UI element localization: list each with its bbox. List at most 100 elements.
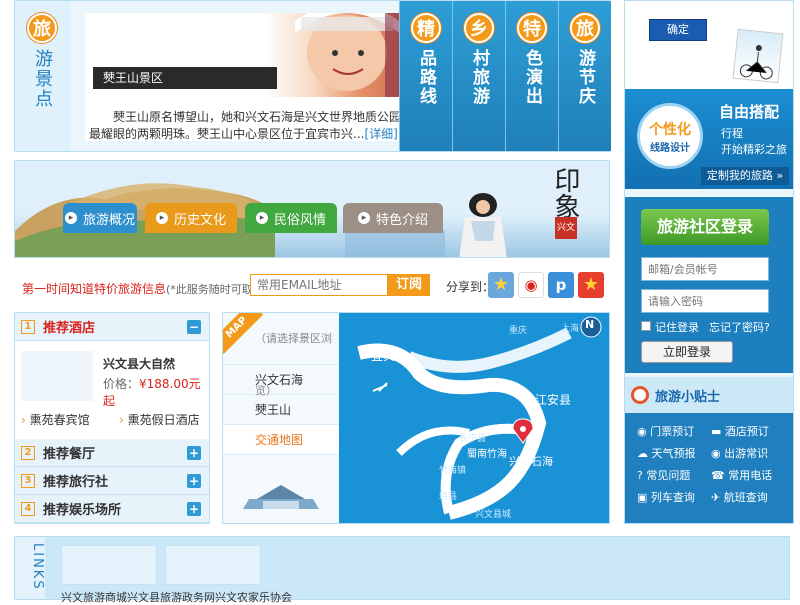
tab-label: 民俗风情 [273,212,326,228]
phone-icon: ☎ [711,469,725,482]
category-festivals[interactable]: 旅 游节庆 [558,1,611,151]
remember-checkbox[interactable] [641,321,651,331]
section-number: 4 [21,501,35,516]
hotel-name[interactable]: 兴文县大自然 [103,355,175,372]
price-label: 价格： [103,377,140,391]
right-sidebar: 确定 个性化 线路设计 自由搭配 行程 开始精彩之旅 定制我的旅路 » 旅游社区… [624,0,794,524]
top-section: 旅 游景点 僰王山景区 僰王山原名博望山，她和兴文石海是兴文世界地质公园最耀眼的… [14,0,611,152]
tip-hotel[interactable]: ▬ 酒店预订 [711,423,769,439]
map-label-shanghai: 上海 [561,324,580,334]
train-icon: ▣ [637,491,648,504]
category-label: 游节庆 [575,49,595,106]
link-item-mall[interactable]: 兴文旅游商城 [61,589,127,605]
traffic-map[interactable]: N 宜宾 重庆 上海 江安县 长宁县 蜀南竹海 竹海镇 兴文石海 兴文县城 珙县 [339,313,609,523]
password-input[interactable] [641,289,769,313]
category-performances[interactable]: 特 色演出 [505,1,558,151]
subscribe-lead: 第一时间知道特价旅游信息 [22,282,167,296]
expand-icon[interactable]: + [187,474,201,488]
map-label-zhuhai: 竹海镇 [439,466,467,476]
bed-icon: ▬ [711,425,722,438]
tab-label: 历史文化 [173,212,226,228]
tip-faq[interactable]: ? 常见问题 [637,467,690,483]
tab-label: 旅游概况 [82,212,135,228]
login-button[interactable]: 立即登录 [641,341,733,363]
section-number: 2 [21,445,35,460]
lifebuoy-icon [631,386,649,404]
cyclist-photo [732,28,784,84]
category-boutique-routes[interactable]: 精 品路线 [399,1,452,151]
tip-weather[interactable]: ☁ 天气预报 [637,445,696,461]
tip-label: 列车查询 [650,491,695,504]
tab-folk-customs[interactable]: ▸ 民俗风情 [245,203,337,233]
hotel-thumbnail[interactable] [21,351,93,401]
remember-label[interactable]: 记住登录 [655,319,699,335]
tip-flight[interactable]: ✈ 航班查询 [711,489,768,505]
subscribe-row: 第一时间知道特价旅游信息(*此服务随时可取消) 订阅 分享到： ★ ◉ p ★ [14,268,610,304]
tab-features[interactable]: ▸ 特色介绍 [343,203,443,233]
banner-seal: 兴文 [555,217,577,239]
scenic-more-link[interactable]: [详细] [364,127,397,141]
weather-icon: ☁ [637,447,648,460]
expand-icon[interactable]: + [187,446,201,460]
promo-title: 自由搭配 [719,103,780,121]
map-menu-item-shihai[interactable]: 兴文石海 [223,365,339,395]
promo-badge-line2: 线路设计 [650,142,690,154]
map-panel: MAP （请选择景区浏览） 兴文石海 僰王山 交通地图 N 宜宾 重庆 上海 江… [222,312,610,524]
collapse-icon[interactable]: − [187,320,201,334]
map-menu-item-traffic[interactable]: 交通地图 [223,425,339,455]
confirm-button[interactable]: 确定 [649,19,707,41]
community-login-title[interactable]: 旅游社区登录 [641,209,769,245]
map-label-xingwenxian: 兴文县城 [475,510,512,520]
compass-north: N [585,318,595,331]
tip-label: 门票预订 [650,425,695,438]
tip-train[interactable]: ▣ 列车查询 [637,489,695,505]
category-rural-tourism[interactable]: 乡 村旅游 [452,1,505,151]
plane-icon: ✈ [711,491,721,504]
map-menu: MAP （请选择景区浏览） 兴文石海 僰王山 交通地图 [223,313,339,523]
section-number: 3 [21,473,35,488]
expand-icon[interactable]: + [187,502,201,516]
share-star-icon[interactable]: ★ [578,272,604,298]
custom-route-link[interactable]: 定制我的旅路 » [701,167,789,185]
map-label-shunan: 蜀南竹海 [467,449,507,460]
link-logo-2[interactable] [165,545,261,585]
email-input[interactable] [250,274,388,296]
hotel-link-2[interactable]: › 熏苑假日酒店 [119,411,200,428]
section-header-travel-agency[interactable]: 3 推荐旅行社 + [15,467,209,495]
map-label-xingwen-shihai[interactable]: 兴文石海 [509,453,553,469]
tip-phone[interactable]: ☎ 常用电话 [711,467,772,483]
scenic-description-text: 僰王山原名博望山，她和兴文石海是兴文世界地质公园最耀眼的两颗明珠。僰王山中心景区… [89,110,402,141]
tip-travel-tips[interactable]: ◉ 出游常识 [711,445,768,461]
tip-ticket[interactable]: ◉ 门票预订 [637,423,694,439]
tab-history[interactable]: ▸ 历史文化 [145,203,237,233]
forgot-password-link[interactable]: 忘记了密码? [709,319,770,335]
hotel-price-line: 价格：¥188.00元起 [103,375,209,409]
link-logo-1[interactable] [61,545,157,585]
tab-overview[interactable]: ▸ 旅游概况 [63,203,137,233]
section-header-entertainment[interactable]: 4 推荐娱乐场所 + [15,495,209,523]
link-item-association[interactable]: 兴文农家乐协会 [215,589,292,605]
hotel-body: 兴文县大自然 价格：¥188.00元起 › 熏苑春宾馆 › 熏苑假日酒店 [15,341,209,439]
category-circle: 乡 [464,13,494,43]
category-circle: 精 [411,13,441,43]
share-favorite-icon[interactable]: ★ [488,272,514,298]
username-input[interactable] [641,257,769,281]
map-menu-item-bowangshan[interactable]: 僰王山 [223,395,339,425]
link-item-gov[interactable]: 兴文县旅游政务网 [127,589,215,605]
tips-header: 旅游小贴士 [625,377,793,413]
category-tourist-spots[interactable]: 旅 游景点 [15,1,71,151]
section-header-hotel[interactable]: 1 推荐酒店 − [15,313,209,341]
category-label: 村旅游 [469,49,489,106]
recommend-panel: 1 推荐酒店 − 兴文县大自然 价格：¥188.00元起 › 熏苑春宾馆 › 熏… [14,312,210,524]
links-label: LINKS [15,537,45,599]
section-header-restaurant[interactable]: 2 推荐餐厅 + [15,439,209,467]
route-promo[interactable]: 个性化 线路设计 自由搭配 行程 开始精彩之旅 定制我的旅路 » [625,89,793,189]
share-weibo-icon[interactable]: ◉ [518,272,544,298]
subscribe-button[interactable]: 订阅 [388,274,430,296]
tip-label: 出游常识 [724,447,769,460]
section-title: 推荐餐厅 [43,447,96,462]
share-p-icon[interactable]: p [548,272,574,298]
ticket-icon: ◉ [637,425,647,438]
hotel-link-label: 熏苑春宾馆 [29,413,90,427]
hotel-link-1[interactable]: › 熏苑春宾馆 [21,411,90,428]
